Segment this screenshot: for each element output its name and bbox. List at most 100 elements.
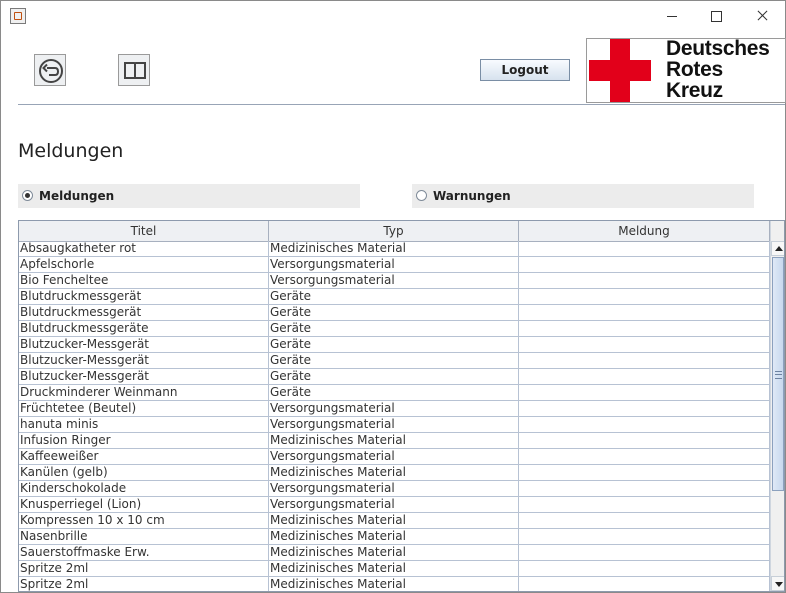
cell-meldung[interactable] xyxy=(519,257,770,272)
cell-typ[interactable]: Medizinisches Material xyxy=(269,513,519,528)
cell-titel[interactable]: Nasenbrille xyxy=(19,529,269,544)
table-row[interactable]: Blutdruckmessgerät Geräte xyxy=(19,305,770,321)
cell-titel[interactable]: Kanülen (gelb) xyxy=(19,465,269,480)
cell-meldung[interactable] xyxy=(519,561,770,576)
cell-typ[interactable]: Medizinisches Material xyxy=(269,577,519,591)
scroll-up-button[interactable] xyxy=(771,241,784,256)
cell-titel[interactable]: Druckminderer Weinmann xyxy=(19,385,269,400)
cell-meldung[interactable] xyxy=(519,465,770,480)
cell-titel[interactable]: Spritze 2ml xyxy=(19,561,269,576)
table-row[interactable]: Infusion Ringer Medizinisches Material xyxy=(19,433,770,449)
radio-meldungen[interactable]: Meldungen xyxy=(18,184,360,208)
radio-warnungen-indicator[interactable] xyxy=(416,190,427,201)
scroll-thumb[interactable] xyxy=(772,257,784,491)
table-row[interactable]: Spritze 2ml Medizinisches Material xyxy=(19,577,770,591)
cell-typ[interactable]: Geräte xyxy=(269,353,519,368)
cell-titel[interactable]: Blutdruckmessgerät xyxy=(19,305,269,320)
maximize-button[interactable] xyxy=(693,1,739,31)
cell-meldung[interactable] xyxy=(519,545,770,560)
cell-meldung[interactable] xyxy=(519,577,770,591)
minimize-button[interactable] xyxy=(649,1,695,31)
cell-meldung[interactable] xyxy=(519,305,770,320)
cell-typ[interactable]: Versorgungsmaterial xyxy=(269,273,519,288)
cell-titel[interactable]: Blutzucker-Messgerät xyxy=(19,337,269,352)
cell-typ[interactable]: Versorgungsmaterial xyxy=(269,481,519,496)
cell-titel[interactable]: Blutdruckmessgerät xyxy=(19,289,269,304)
cell-titel[interactable]: Blutdruckmessgeräte xyxy=(19,321,269,336)
cell-typ[interactable]: Medizinisches Material xyxy=(269,241,519,256)
table-row[interactable]: Kaffeeweißer Versorgungsmaterial xyxy=(19,449,770,465)
table-row[interactable]: Blutdruckmessgeräte Geräte xyxy=(19,321,770,337)
cell-meldung[interactable] xyxy=(519,273,770,288)
radio-warnungen[interactable]: Warnungen xyxy=(412,184,754,208)
cell-typ[interactable]: Medizinisches Material xyxy=(269,529,519,544)
cell-titel[interactable]: Bio Fencheltee xyxy=(19,273,269,288)
cell-titel[interactable]: Spritze 2ml xyxy=(19,577,269,591)
cell-titel[interactable]: Früchtetee (Beutel) xyxy=(19,401,269,416)
cell-typ[interactable]: Medizinisches Material xyxy=(269,465,519,480)
cell-titel[interactable]: Kompressen 10 x 10 cm xyxy=(19,513,269,528)
cell-titel[interactable]: Infusion Ringer xyxy=(19,433,269,448)
back-button[interactable] xyxy=(34,54,66,86)
column-header-typ[interactable]: Typ xyxy=(269,221,519,241)
cell-typ[interactable]: Geräte xyxy=(269,385,519,400)
table-row[interactable]: hanuta minis Versorgungsmaterial xyxy=(19,417,770,433)
cell-typ[interactable]: Geräte xyxy=(269,337,519,352)
radio-meldungen-indicator[interactable] xyxy=(22,190,33,201)
cell-titel[interactable]: Kaffeeweißer xyxy=(19,449,269,464)
table-row[interactable]: Kinderschokolade Versorgungsmaterial xyxy=(19,481,770,497)
table-row[interactable]: Blutzucker-Messgerät Geräte xyxy=(19,337,770,353)
cell-titel[interactable]: Absaugkatheter rot xyxy=(19,241,269,256)
cell-typ[interactable]: Geräte xyxy=(269,289,519,304)
vertical-scrollbar[interactable] xyxy=(770,221,784,591)
cell-typ[interactable]: Medizinisches Material xyxy=(269,545,519,560)
cell-meldung[interactable] xyxy=(519,241,770,256)
cell-meldung[interactable] xyxy=(519,497,770,512)
cell-meldung[interactable] xyxy=(519,433,770,448)
cell-titel[interactable]: Kinderschokolade xyxy=(19,481,269,496)
close-button[interactable] xyxy=(739,1,785,31)
cell-typ[interactable]: Versorgungsmaterial xyxy=(269,497,519,512)
table-row[interactable]: Kompressen 10 x 10 cm Medizinisches Mater… xyxy=(19,513,770,529)
cell-titel[interactable]: hanuta minis xyxy=(19,417,269,432)
manual-button[interactable] xyxy=(118,54,150,86)
cell-typ[interactable]: Versorgungsmaterial xyxy=(269,257,519,272)
table-row[interactable]: Druckminderer Weinmann Geräte xyxy=(19,385,770,401)
cell-titel[interactable]: Blutzucker-Messgerät xyxy=(19,353,269,368)
table-row[interactable]: Sauerstoffmaske Erw. Medizinisches Materi… xyxy=(19,545,770,561)
cell-typ[interactable]: Geräte xyxy=(269,305,519,320)
table-row[interactable]: Spritze 2ml Medizinisches Material xyxy=(19,561,770,577)
cell-meldung[interactable] xyxy=(519,337,770,352)
cell-meldung[interactable] xyxy=(519,401,770,416)
cell-meldung[interactable] xyxy=(519,481,770,496)
cell-meldung[interactable] xyxy=(519,449,770,464)
cell-titel[interactable]: Sauerstoffmaske Erw. xyxy=(19,545,269,560)
table-row[interactable]: Blutzucker-Messgerät Geräte xyxy=(19,369,770,385)
table-row[interactable]: Blutdruckmessgerät Geräte xyxy=(19,289,770,305)
cell-titel[interactable]: Apfelschorle xyxy=(19,257,269,272)
cell-typ[interactable]: Geräte xyxy=(269,321,519,336)
table-row[interactable]: Früchtetee (Beutel) Versorgungsmaterial xyxy=(19,401,770,417)
logout-button[interactable]: Logout xyxy=(480,59,570,81)
cell-meldung[interactable] xyxy=(519,417,770,432)
cell-typ[interactable]: Medizinisches Material xyxy=(269,433,519,448)
cell-meldung[interactable] xyxy=(519,321,770,336)
table-row[interactable]: Bio Fencheltee Versorgungsmaterial xyxy=(19,273,770,289)
cell-meldung[interactable] xyxy=(519,289,770,304)
cell-typ[interactable]: Versorgungsmaterial xyxy=(269,449,519,464)
cell-typ[interactable]: Geräte xyxy=(269,369,519,384)
cell-meldung[interactable] xyxy=(519,385,770,400)
cell-meldung[interactable] xyxy=(519,369,770,384)
table-row[interactable]: Kanülen (gelb) Medizinisches Material xyxy=(19,465,770,481)
cell-meldung[interactable] xyxy=(519,529,770,544)
scroll-down-button[interactable] xyxy=(771,576,784,591)
table-row[interactable]: Nasenbrille Medizinisches Material xyxy=(19,529,770,545)
table-row[interactable]: Knusperriegel (Lion) Versorgungsmaterial xyxy=(19,497,770,513)
cell-typ[interactable]: Versorgungsmaterial xyxy=(269,401,519,416)
cell-titel[interactable]: Blutzucker-Messgerät xyxy=(19,369,269,384)
table-row[interactable]: Apfelschorle Versorgungsmaterial xyxy=(19,257,770,273)
table-row[interactable]: Blutzucker-Messgerät Geräte xyxy=(19,353,770,369)
table-row[interactable]: Absaugkatheter rot Medizinisches Material xyxy=(19,241,770,257)
cell-typ[interactable]: Versorgungsmaterial xyxy=(269,417,519,432)
column-header-meldung[interactable]: Meldung xyxy=(519,221,770,241)
